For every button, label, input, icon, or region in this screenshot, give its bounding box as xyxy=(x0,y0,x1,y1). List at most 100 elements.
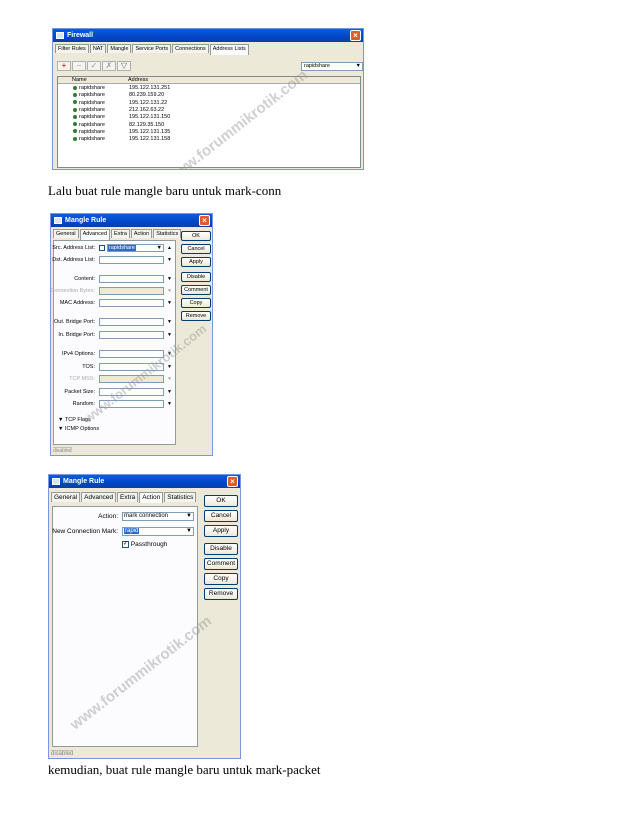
cancel-button[interactable]: Cancel xyxy=(204,510,238,522)
tab-extra[interactable]: Extra xyxy=(111,229,130,238)
table-row[interactable]: rapidshare 195.122.131.22 xyxy=(72,100,171,107)
tab-connections[interactable]: Connections xyxy=(172,44,209,53)
chevron-down-icon[interactable]: ▼ xyxy=(167,376,172,382)
mangle-title: Mangle Rule xyxy=(65,217,107,224)
tab-mangle[interactable]: Mangle xyxy=(107,44,132,53)
copy-button[interactable]: Copy xyxy=(204,573,238,585)
tab-advanced[interactable]: Advanced xyxy=(81,492,117,502)
new-connection-mark-field[interactable]: rapid ▼ xyxy=(122,527,194,536)
chevron-down-icon[interactable]: ▼ xyxy=(167,401,172,407)
comment-button[interactable]: Comment xyxy=(204,558,238,570)
filter-icon[interactable]: ▽ xyxy=(117,61,131,71)
column-address-header[interactable]: Address xyxy=(128,77,148,83)
add-icon[interactable]: + xyxy=(57,61,71,71)
row-address: 195.122.131.158 xyxy=(129,136,171,143)
section-icmp-options[interactable]: ▼ ICMP Options xyxy=(58,426,99,432)
expand-triangle-icon: ▼ xyxy=(58,426,64,432)
ok-button[interactable]: OK xyxy=(204,495,238,507)
chevron-down-icon: ▼ xyxy=(186,513,192,519)
mangle-titlebar: Mangle Rule × xyxy=(51,214,212,227)
caption-mark-packet: kemudian, buat rule mangle baru untuk ma… xyxy=(48,762,321,777)
table-row[interactable]: rapidshare 80.239.159.20 xyxy=(72,92,171,99)
src-address-list-field[interactable]: rapidshare ▼ xyxy=(107,244,164,252)
tab-action[interactable]: Action xyxy=(139,492,164,503)
row-name: rapidshare xyxy=(79,136,105,143)
negate-checkbox[interactable] xyxy=(99,245,105,251)
table-row[interactable]: rapidshare 195.122.131.251 xyxy=(72,85,171,92)
chevron-down-icon[interactable]: ▼ xyxy=(167,288,172,294)
tab-action[interactable]: Action xyxy=(130,229,153,238)
status-dot-icon xyxy=(73,136,77,141)
chevron-down-icon: ▼ xyxy=(355,63,361,69)
section-icmp-options-label: ICMP Options xyxy=(64,426,100,432)
close-icon[interactable]: × xyxy=(199,215,210,226)
chevron-up-icon[interactable]: ▲ xyxy=(167,245,172,251)
status-dot-icon xyxy=(73,129,77,134)
table-row[interactable]: rapidshare 195.122.131.150 xyxy=(72,114,171,121)
tab-filter-rules[interactable]: Filter Rules xyxy=(55,44,89,53)
passthrough-checkbox[interactable]: ✓ xyxy=(122,541,129,548)
window-icon xyxy=(56,32,64,39)
chevron-down-icon[interactable]: ▼ xyxy=(167,332,172,338)
row-name: rapidshare xyxy=(79,114,105,121)
tab-advanced[interactable]: Advanced xyxy=(79,229,111,240)
remove-icon[interactable]: − xyxy=(72,61,86,71)
row-address: 195.122.131.22 xyxy=(129,99,168,106)
tab-statistics[interactable]: Statistics xyxy=(153,229,182,238)
apply-button[interactable]: Apply xyxy=(204,525,238,537)
tab-general[interactable]: General xyxy=(51,492,81,502)
disable-icon[interactable]: ✗ xyxy=(102,61,116,71)
table-row[interactable]: rapidshare 212.162.63.22 xyxy=(72,107,171,114)
tab-general[interactable]: General xyxy=(53,229,79,238)
address-list-rows: rapidshare 195.122.131.251 rapidshare 80.2… xyxy=(72,85,171,143)
mac-address-field[interactable] xyxy=(99,299,164,307)
ipv4-options-label: IPv4 Options: xyxy=(61,351,95,357)
chevron-down-icon[interactable]: ▼ xyxy=(167,389,172,395)
remove-button[interactable]: Remove xyxy=(181,311,211,321)
chevron-down-icon[interactable]: ▼ xyxy=(167,276,172,282)
tab-nat[interactable]: NAT xyxy=(89,44,107,53)
tab-extra[interactable]: Extra xyxy=(117,492,139,502)
firewall-title: Firewall xyxy=(67,32,94,39)
chevron-down-icon[interactable]: ▼ xyxy=(167,257,172,263)
column-name-header[interactable]: Name xyxy=(72,77,87,83)
dst-address-list-field[interactable] xyxy=(99,256,164,264)
action-panel: Action: mark connection ▼ New Connection… xyxy=(52,506,198,747)
out-bridge-port-field[interactable] xyxy=(99,318,164,326)
apply-button[interactable]: Apply xyxy=(181,257,211,267)
status-dot-icon xyxy=(73,122,77,127)
mangle-rule-action-window: Mangle Rule × General Advanced Extra Act… xyxy=(48,474,241,759)
connection-bytes-field[interactable] xyxy=(99,287,164,295)
disable-button[interactable]: Disable xyxy=(204,543,238,555)
content-field[interactable] xyxy=(99,275,164,283)
close-icon[interactable]: × xyxy=(227,476,238,487)
tab-statistics[interactable]: Statistics xyxy=(164,492,197,502)
firewall-toolbar: + − ✓ ✗ ▽ rapidshare ▼ xyxy=(55,61,363,73)
cancel-button[interactable]: Cancel xyxy=(181,244,211,254)
comment-button[interactable]: Comment xyxy=(181,285,211,295)
remove-button[interactable]: Remove xyxy=(204,588,238,600)
address-list-filter[interactable]: rapidshare ▼ xyxy=(301,62,363,71)
action-select[interactable]: mark connection ▼ xyxy=(122,512,194,521)
copy-button[interactable]: Copy xyxy=(181,298,211,308)
caption-mark-conn: Lalu buat rule mangle baru untuk mark-co… xyxy=(48,183,282,198)
ok-button[interactable]: OK xyxy=(181,231,211,241)
mac-address-label: MAC Address: xyxy=(59,300,95,306)
chevron-down-icon[interactable]: ▼ xyxy=(167,300,172,306)
expand-triangle-icon: ▼ xyxy=(58,417,64,423)
enable-icon[interactable]: ✓ xyxy=(87,61,101,71)
table-row[interactable]: rapidshare 195.122.131.135 xyxy=(72,129,171,136)
tab-address-lists[interactable]: Address Lists xyxy=(209,44,249,55)
chevron-down-icon[interactable]: ▼ xyxy=(167,319,172,325)
row-name: rapidshare xyxy=(79,107,105,114)
chevron-down-icon: ▼ xyxy=(156,245,162,251)
disable-button[interactable]: Disable xyxy=(181,272,211,282)
table-row[interactable]: rapidshare 82.129.35.150 xyxy=(72,121,171,128)
table-row[interactable]: rapidshare 195.122.131.158 xyxy=(72,136,171,143)
content-label: Content: xyxy=(74,276,95,282)
tab-service-ports[interactable]: Service Ports xyxy=(132,44,172,53)
close-icon[interactable]: × xyxy=(350,30,361,41)
dst-address-list-label: Dst. Address List: xyxy=(52,257,95,263)
in-bridge-port-field[interactable] xyxy=(99,331,164,339)
passthrough-option[interactable]: ✓ Passthrough xyxy=(122,541,167,548)
